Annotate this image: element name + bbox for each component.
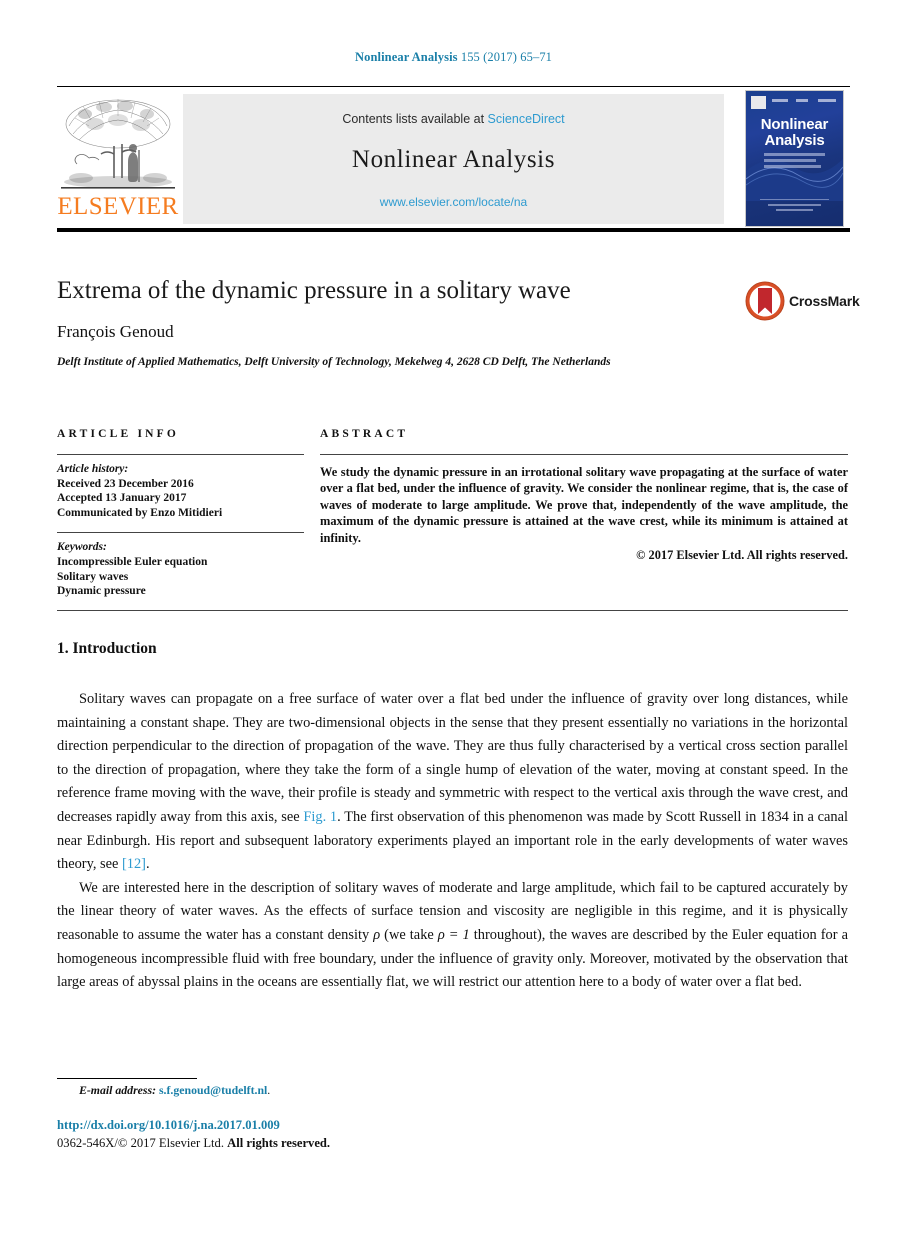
crossmark-badge[interactable]: CrossMark: [745, 281, 860, 323]
author-affiliation: Delft Institute of Applied Mathematics, …: [57, 356, 611, 368]
cover-wave-graphic: [746, 159, 843, 201]
footnote-rule: [57, 1078, 197, 1079]
history-accepted: Accepted 13 January 2017: [57, 492, 187, 505]
keyword-item: Solitary waves: [57, 570, 129, 583]
issn-suffix: All rights reserved.: [227, 1136, 331, 1150]
contents-prefix: Contents lists available at: [342, 112, 485, 126]
crossmark-label: CrossMark: [789, 293, 860, 309]
running-head: Nonlinear Analysis 155 (2017) 65–71: [0, 50, 907, 65]
sciencedirect-link[interactable]: ScienceDirect: [488, 112, 565, 126]
article-info-column: ARTICLE INFO Article history: Received 2…: [57, 428, 304, 599]
keyword-item: Incompressible Euler equation: [57, 555, 208, 568]
doi-link[interactable]: http://dx.doi.org/10.1016/j.na.2017.01.0…: [57, 1118, 280, 1133]
article-page: Nonlinear Analysis 155 (2017) 65–71 ELSE…: [0, 0, 907, 1238]
journal-banner: Contents lists available at ScienceDirec…: [183, 94, 724, 224]
history-communicated: Communicated by Enzo Mitidieri: [57, 506, 223, 519]
cover-title: Nonlinear Analysis: [746, 117, 843, 149]
email-period: .: [267, 1083, 271, 1097]
cover-title-line1: Nonlinear: [760, 116, 829, 133]
email-link[interactable]: s.f.genoud@tudelft.nl: [159, 1083, 267, 1097]
paragraph-2: We are interested here in the descriptio…: [57, 877, 848, 995]
cover-subtitle-lines: [764, 153, 825, 171]
elsevier-wordmark: ELSEVIER: [57, 193, 179, 220]
page-title: Extrema of the dynamic pressure in a sol…: [57, 277, 571, 304]
masthead-bottom-rule: [57, 228, 850, 232]
elsevier-logo: ELSEVIER: [57, 94, 179, 226]
contents-available-line: Contents lists available at ScienceDirec…: [183, 112, 724, 126]
cover-elsevier-icon: [751, 96, 766, 109]
p2-part2: (we take: [380, 926, 438, 943]
journal-homepage-link[interactable]: www.elsevier.com/locate/na: [183, 195, 724, 209]
keywords-group: Keywords: Incompressible Euler equation …: [57, 540, 304, 598]
cover-footer-lines: [768, 204, 821, 214]
article-history-group: Article history: Received 23 December 20…: [57, 462, 304, 520]
history-received: Received 23 December 2016: [57, 477, 194, 490]
p1-part3: .: [145, 856, 150, 873]
figure-1-link[interactable]: Fig. 1: [303, 809, 337, 825]
abstract-bottom-rule: [57, 610, 848, 611]
abstract-column: ABSTRACT We study the dynamic pressure i…: [320, 428, 848, 563]
journal-cover-thumbnail[interactable]: Nonlinear Analysis: [745, 90, 844, 227]
p1-part1: Solitary waves can propagate on a free s…: [57, 691, 848, 825]
email-label: E-mail address:: [79, 1083, 157, 1097]
author-name: François Genoud: [57, 322, 174, 341]
abstract-rule: [320, 454, 848, 455]
abstract-copyright: © 2017 Elsevier Ltd. All rights reserved…: [636, 548, 848, 563]
body-text: Solitary waves can propagate on a free s…: [57, 688, 848, 995]
banner-journal-title: Nonlinear Analysis: [351, 146, 556, 173]
keywords-heading: Keywords:: [57, 541, 107, 554]
keywords-rule: [57, 532, 304, 534]
journal-masthead: ELSEVIER Contents lists available at Sci…: [57, 86, 850, 232]
article-history-heading: Article history:: [57, 463, 129, 475]
math-rho-equals-one: ρ = 1: [437, 926, 470, 943]
abstract-label: ABSTRACT: [320, 428, 409, 440]
cover-header-dashes: [772, 99, 836, 103]
footnote-email: E-mail address: s.f.genoud@tudelft.nl.: [79, 1083, 270, 1098]
elsevier-tree-icon: [59, 94, 177, 194]
crossmark-icon: [745, 281, 785, 321]
article-info-label: ARTICLE INFO: [57, 428, 180, 440]
issn-prefix: 0362-546X/© 2017 Elsevier Ltd.: [57, 1136, 224, 1150]
keyword-item: Dynamic pressure: [57, 585, 146, 598]
section-heading-introduction: 1. Introduction: [57, 640, 157, 657]
reference-12-link[interactable]: [12]: [122, 856, 146, 872]
masthead-top-rule: [57, 86, 850, 87]
paragraph-1: Solitary waves can propagate on a free s…: [57, 688, 848, 877]
cover-top-strip: [746, 91, 843, 113]
issn-copyright-line: 0362-546X/© 2017 Elsevier Ltd. All right…: [57, 1136, 330, 1151]
running-head-journal: Nonlinear Analysis: [354, 50, 458, 64]
abstract-text: We study the dynamic pressure in an irro…: [320, 465, 848, 545]
article-info-rule: [57, 454, 304, 455]
cover-title-line2: Analysis: [764, 132, 825, 149]
cover-divider: [760, 199, 829, 200]
running-head-citation: 155 (2017) 65–71: [460, 50, 553, 64]
